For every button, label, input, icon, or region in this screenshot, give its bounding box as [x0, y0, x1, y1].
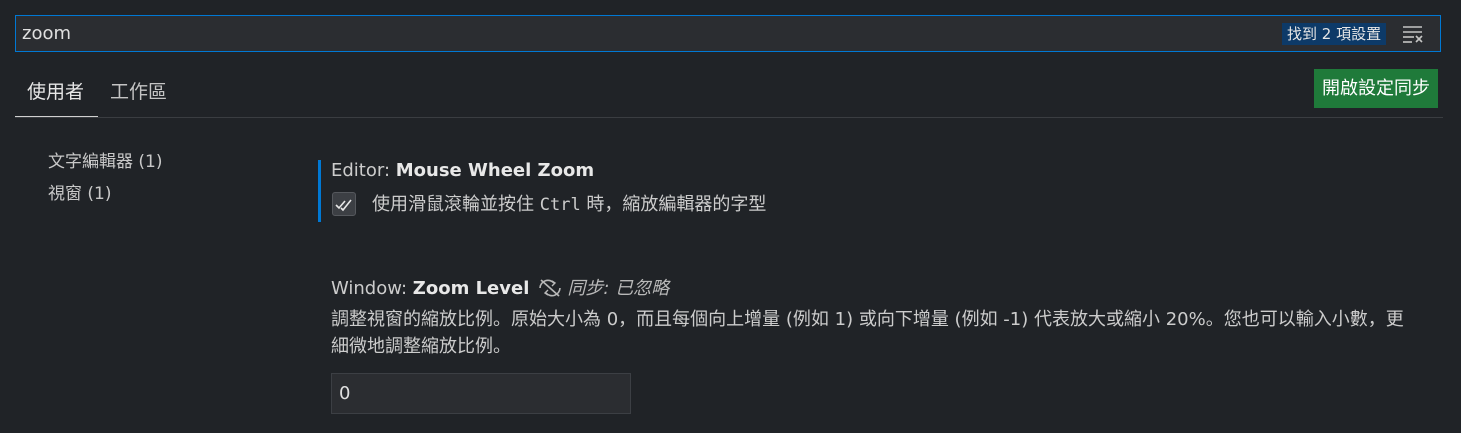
clear-filter-icon[interactable] — [1401, 23, 1425, 45]
sync-ignored-indicator[interactable]: 同步: 已忽略 — [537, 278, 669, 299]
settings-search-box[interactable]: 找到 2 項設置 — [15, 15, 1441, 52]
toc-item-window[interactable]: 視窗 (1) — [48, 178, 162, 210]
setting-title: Window: Zoom Level 同步: 已忽略 — [331, 274, 669, 300]
mouse-wheel-zoom-checkbox[interactable] — [332, 192, 356, 216]
setting-category: Window: — [331, 278, 413, 299]
tab-user[interactable]: 使用者 — [14, 80, 99, 117]
search-result-count: 找到 2 項設置 — [1282, 23, 1387, 45]
settings-toc: 文字編輯器 (1) 視窗 (1) — [48, 146, 162, 210]
sync-ignored-icon — [537, 279, 563, 297]
check-icon — [335, 199, 352, 212]
setting-name: Mouse Wheel Zoom — [395, 160, 595, 181]
settings-scope-tabs: 使用者 工作區 — [14, 68, 1443, 118]
setting-category: Editor: — [331, 160, 396, 181]
setting-name: Zoom Level — [412, 278, 530, 299]
description-text: 時，縮放編輯器的字型 — [580, 194, 767, 215]
tab-workspace[interactable]: 工作區 — [110, 80, 167, 117]
tabs-divider — [15, 117, 1443, 118]
setting-description: 調整視窗的縮放比例。原始大小為 0，而且每個向上增量 (例如 1) 或向下增量 … — [331, 309, 1404, 357]
toc-item-text-editor[interactable]: 文字編輯器 (1) — [48, 146, 162, 178]
sync-ignored-label: 同步: 已忽略 — [567, 278, 670, 299]
zoom-level-input[interactable] — [331, 373, 631, 414]
keyboard-key: Ctrl — [539, 195, 581, 215]
setting-description: 使用滑鼠滾輪並按住 Ctrl 時，縮放編輯器的字型 — [372, 190, 766, 216]
description-text: 使用滑鼠滾輪並按住 — [372, 194, 540, 215]
setting-focus-indicator — [318, 160, 321, 222]
turn-on-settings-sync-button[interactable]: 開啟設定同步 — [1314, 69, 1438, 108]
search-input[interactable] — [22, 16, 1222, 51]
setting-title: Editor: Mouse Wheel Zoom — [331, 160, 594, 181]
